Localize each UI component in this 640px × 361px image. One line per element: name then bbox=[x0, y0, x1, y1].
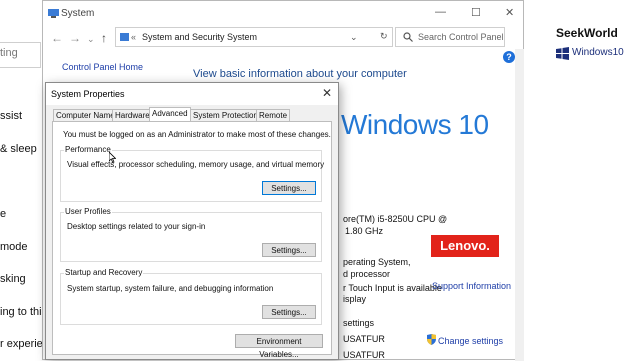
startup-recovery-settings-button[interactable]: Settings... bbox=[262, 305, 316, 319]
breadcrumb-system-and-security[interactable]: System and Security bbox=[142, 32, 225, 42]
settings-item-tasking[interactable]: sking bbox=[0, 273, 26, 285]
settings-item-assist[interactable]: ssist bbox=[0, 110, 22, 122]
startup-recovery-description: System startup, system failure, and debu… bbox=[67, 284, 274, 293]
system-icon bbox=[48, 9, 59, 18]
address-bar[interactable]: « System and Security › System ⌄ ↻ bbox=[115, 27, 393, 47]
help-button[interactable]: ? bbox=[503, 51, 515, 63]
page-heading: View basic information about your comput… bbox=[193, 68, 407, 80]
dialog-close-button[interactable]: ✕ bbox=[322, 86, 332, 100]
advanced-tab-panel: You must be logged on as an Administrato… bbox=[52, 121, 332, 359]
info-system-type: perating System, bbox=[343, 257, 411, 267]
dialog-title: System Properties bbox=[51, 89, 125, 99]
user-profiles-title: User Profiles bbox=[64, 207, 112, 216]
title-bar bbox=[43, 1, 525, 27]
control-panel-home-link[interactable]: Control Panel Home bbox=[62, 62, 143, 72]
close-button[interactable]: ✕ bbox=[505, 6, 514, 19]
refresh-button[interactable]: ↻ bbox=[380, 31, 388, 42]
background-settings-window: ting ssist & sleep e mode sking ing to t… bbox=[0, 0, 42, 360]
change-settings-link[interactable]: Change settings bbox=[438, 336, 503, 346]
minimize-button[interactable]: — bbox=[435, 6, 446, 18]
environment-variables-button[interactable]: Environment Variables... bbox=[235, 334, 323, 359]
breadcrumb-system[interactable]: System bbox=[227, 32, 257, 42]
search-icon bbox=[403, 32, 413, 42]
settings-item-sleep[interactable]: & sleep bbox=[0, 143, 37, 155]
performance-settings-button[interactable]: Settings... bbox=[262, 181, 316, 195]
info-computer-name: USATFUR bbox=[343, 334, 385, 344]
up-button[interactable]: ↑ bbox=[101, 31, 107, 45]
settings-item-mode[interactable]: mode bbox=[0, 241, 28, 253]
settings-item-e[interactable]: e bbox=[0, 208, 6, 220]
tab-advanced[interactable]: Advanced bbox=[149, 107, 191, 122]
brand-title: SeekWorld bbox=[556, 26, 618, 40]
brand-subtitle: Windows10 bbox=[572, 47, 624, 58]
recent-dropdown-button[interactable]: ⌄ bbox=[87, 34, 95, 45]
search-control-panel-input[interactable]: Search Control Panel bbox=[395, 27, 505, 47]
info-processor-type: d processor bbox=[343, 269, 391, 279]
info-clock: 1.80 GHz bbox=[345, 226, 384, 236]
info-full-name: USATFUR bbox=[343, 350, 385, 360]
vertical-scrollbar[interactable] bbox=[515, 49, 524, 361]
uac-shield-icon bbox=[427, 334, 436, 345]
control-panel-icon bbox=[120, 33, 129, 41]
user-profiles-settings-button[interactable]: Settings... bbox=[262, 243, 316, 257]
system-properties-dialog: System Properties ✕ Computer Name Hardwa… bbox=[45, 82, 339, 360]
window-title: System bbox=[61, 8, 95, 19]
windows-10-logo-text: Windows 10 bbox=[341, 109, 489, 140]
startup-recovery-title: Startup and Recovery bbox=[64, 268, 144, 277]
forward-button[interactable]: → bbox=[69, 31, 81, 45]
info-settings-heading: settings bbox=[343, 318, 375, 328]
search-placeholder: Search Control Panel bbox=[418, 32, 504, 42]
admin-note: You must be logged on as an Administrato… bbox=[63, 130, 331, 139]
info-processor: ore(TM) i5-8250U CPU @ bbox=[343, 214, 448, 224]
address-dropdown-button[interactable]: ⌄ bbox=[350, 32, 358, 43]
performance-description: Visual effects, processor scheduling, me… bbox=[67, 160, 325, 169]
performance-group: Performance Visual effects, processor sc… bbox=[60, 145, 325, 202]
lenovo-logo: Lenovo. bbox=[431, 235, 499, 257]
settings-item-experiences[interactable]: r experienc bbox=[0, 338, 42, 350]
settings-search-placeholder: ting bbox=[0, 47, 18, 59]
performance-title: Performance bbox=[64, 145, 112, 154]
support-information-link[interactable]: Support Information bbox=[432, 281, 511, 291]
breadcrumb-arrow: › bbox=[217, 32, 220, 42]
windows-logo-icon bbox=[556, 47, 569, 60]
user-profiles-group: User Profiles Desktop settings related t… bbox=[60, 207, 322, 262]
breadcrumb-separator: « bbox=[131, 32, 137, 42]
maximize-button[interactable]: ☐ bbox=[471, 6, 481, 19]
settings-item-projecting[interactable]: ing to this bbox=[0, 306, 42, 318]
settings-search-input[interactable]: ting bbox=[0, 42, 41, 68]
info-display: isplay bbox=[343, 294, 367, 304]
mouse-cursor-icon bbox=[109, 152, 116, 163]
info-pen-touch: r Touch Input is available bbox=[343, 283, 442, 293]
back-button[interactable]: ← bbox=[51, 31, 63, 45]
startup-recovery-group: Startup and Recovery System startup, sys… bbox=[60, 268, 322, 325]
user-profiles-description: Desktop settings related to your sign-in bbox=[67, 222, 206, 231]
